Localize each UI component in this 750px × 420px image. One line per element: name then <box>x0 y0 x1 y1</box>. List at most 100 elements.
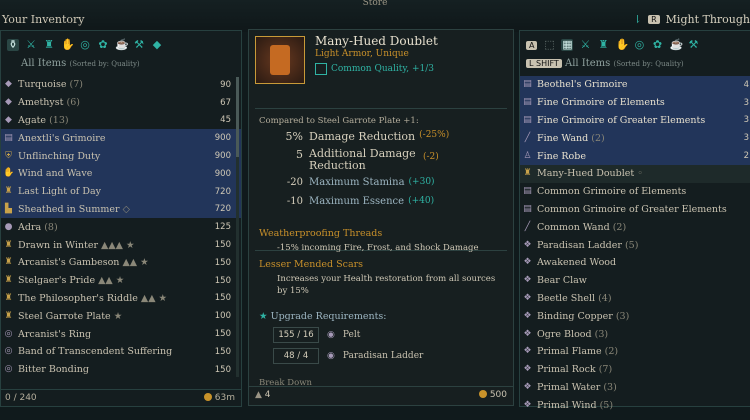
list-item[interactable]: ❖ Primal Wind (5) <box>520 396 750 414</box>
weapons-filter-icon[interactable]: ⚔ <box>25 39 37 51</box>
item-label: Bear Claw <box>537 275 587 287</box>
list-item[interactable]: ❖ Primal Flame (2) <box>520 343 750 361</box>
coin-icon <box>478 390 487 398</box>
armor-filter-icon[interactable]: ♜ <box>43 39 55 51</box>
item-name: Stelgaer's Pride ▲▲ ★ <box>18 275 191 286</box>
tools-filter-icon[interactable]: ⚒ <box>133 39 145 51</box>
tools-filter-icon[interactable]: ⚒ <box>687 39 699 51</box>
list-item[interactable]: ◎ Band of Transcendent Suffering 150 <box>1 343 241 361</box>
enchant-2-desc: Increases your Health restoration from a… <box>277 274 496 296</box>
list-item[interactable]: ◎ Bitter Bonding 150 <box>1 361 241 379</box>
consumables-filter-icon[interactable]: ☕ <box>669 39 683 51</box>
list-item[interactable]: ❖ Bear Claw <box>520 272 750 290</box>
cart-filter-icon[interactable]: ⬚ <box>543 39 555 51</box>
ring-filter-icon[interactable]: ◎ <box>79 39 91 51</box>
list-item[interactable]: ❖ Awakened Wood <box>520 254 750 272</box>
list-item[interactable]: ❖ Primal Water (3) <box>520 379 750 397</box>
quality-icon <box>315 63 327 75</box>
stat-delta: (-2) <box>423 152 439 162</box>
item-label: Beothel's Grimoire <box>537 79 628 91</box>
consumables-filter-icon[interactable]: ☕ <box>115 39 129 51</box>
all-items-filter-icon[interactable]: ▦ <box>561 39 574 51</box>
item-count: (5) <box>599 399 614 411</box>
item-value: 150 <box>214 346 231 357</box>
list-item[interactable]: ▙ Sheathed in Summer ◇ 720 <box>1 200 241 219</box>
ring-filter-icon[interactable]: ◎ <box>633 39 645 51</box>
list-item[interactable]: ▤ Anextli's Grimoire 900 <box>1 129 241 148</box>
list-item[interactable]: ◆ Turquoise (7) 90 <box>1 76 241 94</box>
store-tab[interactable]: Store <box>315 0 435 8</box>
list-item[interactable]: ▤ Fine Grimoire of Elements 3 <box>520 93 750 112</box>
all-items-filter-icon[interactable]: ⚱ <box>7 39 19 51</box>
list-item[interactable]: ● Adra (8) 125 <box>1 218 241 236</box>
boots-icon: ▙ <box>5 203 12 214</box>
list-item[interactable]: ♜ Last Light of Day 720 <box>1 182 241 201</box>
list-item[interactable]: ▤ Beothel's Grimoire 4 <box>520 76 750 94</box>
list-item[interactable]: ◆ Amethyst (6) 67 <box>1 94 241 112</box>
list-item[interactable]: ❖ Primal Rock (7) <box>520 361 750 379</box>
armor-icon: ♜ <box>4 310 13 321</box>
item-value: 150 <box>214 329 231 340</box>
grimoire-icon: ▤ <box>523 114 532 125</box>
list-item[interactable]: ▤ Fine Grimoire of Greater Elements 3 <box>520 111 750 130</box>
gloves-filter-icon[interactable]: ✋ <box>615 39 629 51</box>
upgrade-icon: ★ <box>259 311 268 322</box>
list-item[interactable]: ▤ Common Grimoire of Elements <box>520 183 750 201</box>
weapons-filter-icon[interactable]: ⚔ <box>579 39 591 51</box>
item-value: 150 <box>214 275 231 286</box>
gem-icon: ◆ <box>5 97 12 108</box>
item-label: Beetle Shell <box>537 292 596 304</box>
armor-filter-icon[interactable]: ♜ <box>597 39 609 51</box>
list-item[interactable]: ╱ Common Wand (2) <box>520 218 750 236</box>
list-item[interactable]: ◆ Agate (13) 45 <box>1 112 241 130</box>
gem-filter-icon[interactable]: ◆ <box>151 39 163 51</box>
right-item-list: ▤ Beothel's Grimoire 4 ▤ Fine Grimoire of E… <box>520 76 750 414</box>
list-item[interactable]: ❖ Beetle Shell (4) <box>520 290 750 308</box>
list-item[interactable]: ◎ Arcanist's Ring 150 <box>1 325 241 343</box>
item-type: Light Armor, Unique <box>315 49 409 59</box>
material-icon: ❖ <box>523 239 532 250</box>
item-value: 900 <box>214 133 231 144</box>
wand-icon: ╱ <box>524 132 531 143</box>
list-item[interactable]: ♜ Arcanist's Gambeson ▲▲ ★ 150 <box>1 254 241 272</box>
materials-filter-icon[interactable]: ✿ <box>97 39 109 51</box>
list-item[interactable]: ❖ Binding Copper (3) <box>520 307 750 325</box>
item-name: Many-Hued Doublet <box>315 34 438 48</box>
player-inventory-panel: ⚱ ⚔ ♜ ✋ ◎ ✿ ☕ ⚒ ◆ All Items (Sorted by: … <box>0 30 242 407</box>
materials-filter-icon[interactable]: ✿ <box>651 39 663 51</box>
stat-value: 5% <box>285 130 303 143</box>
list-item[interactable]: ⛨ Unflinching Duty 900 <box>1 147 241 165</box>
item-label: Arcanist's Gambeson <box>18 257 120 269</box>
gem-icon: ◆ <box>5 114 12 125</box>
list-item[interactable]: ╱ Fine Wand (2) 3 <box>520 129 750 148</box>
item-name: Anextli's Grimoire <box>18 133 191 144</box>
item-name: Fine Robe <box>537 151 735 162</box>
item-count: (2) <box>591 132 605 144</box>
list-item[interactable]: ♜ Steel Garrote Plate ★ 100 <box>1 307 241 325</box>
item-name: Turquoise (7) <box>18 79 191 90</box>
material-icon: ❖ <box>523 364 532 375</box>
item-name: Fine Grimoire of Elements <box>537 97 735 108</box>
list-item[interactable]: ❖ Paradisan Ladder (5) <box>520 236 750 254</box>
list-item[interactable]: ♜ Drawn in Winter ▲▲▲ ★ 150 <box>1 236 241 254</box>
stat-label: Damage Reduction <box>309 130 416 143</box>
list-item[interactable]: ✋ Wind and Wave 900 <box>1 164 241 183</box>
stat-value: -10 <box>286 196 303 207</box>
list-item[interactable]: ▤ Common Grimoire of Greater Elements <box>520 201 750 219</box>
material-icon: ❖ <box>523 257 532 268</box>
list-item[interactable]: ♙ Fine Robe 2 <box>520 147 750 165</box>
item-name: Steel Garrote Plate ★ <box>18 311 191 322</box>
left-scrollbar[interactable] <box>236 77 239 377</box>
list-item[interactable]: ❖ Ogre Blood (3) <box>520 325 750 343</box>
list-item[interactable]: ♜ Stelgaer's Pride ▲▲ ★ 150 <box>1 272 241 290</box>
item-name: Primal Wind (5) <box>537 400 735 411</box>
wand-icon: ╱ <box>524 221 531 232</box>
gloves-filter-icon[interactable]: ✋ <box>61 39 75 51</box>
list-item[interactable]: ♜ Many-Hued Doublet ◦ <box>520 164 750 183</box>
item-name: Amethyst (6) <box>18 97 191 108</box>
ladder-icon: ◉ <box>327 351 335 361</box>
enchant-1-desc: -15% incoming Fire, Frost, and Shock Dam… <box>277 243 479 253</box>
item-count: (8) <box>44 221 58 233</box>
list-item[interactable]: ♜ The Philosopher's Riddle ▲▲ ★ 150 <box>1 290 241 308</box>
player-money: 63m <box>203 393 235 403</box>
